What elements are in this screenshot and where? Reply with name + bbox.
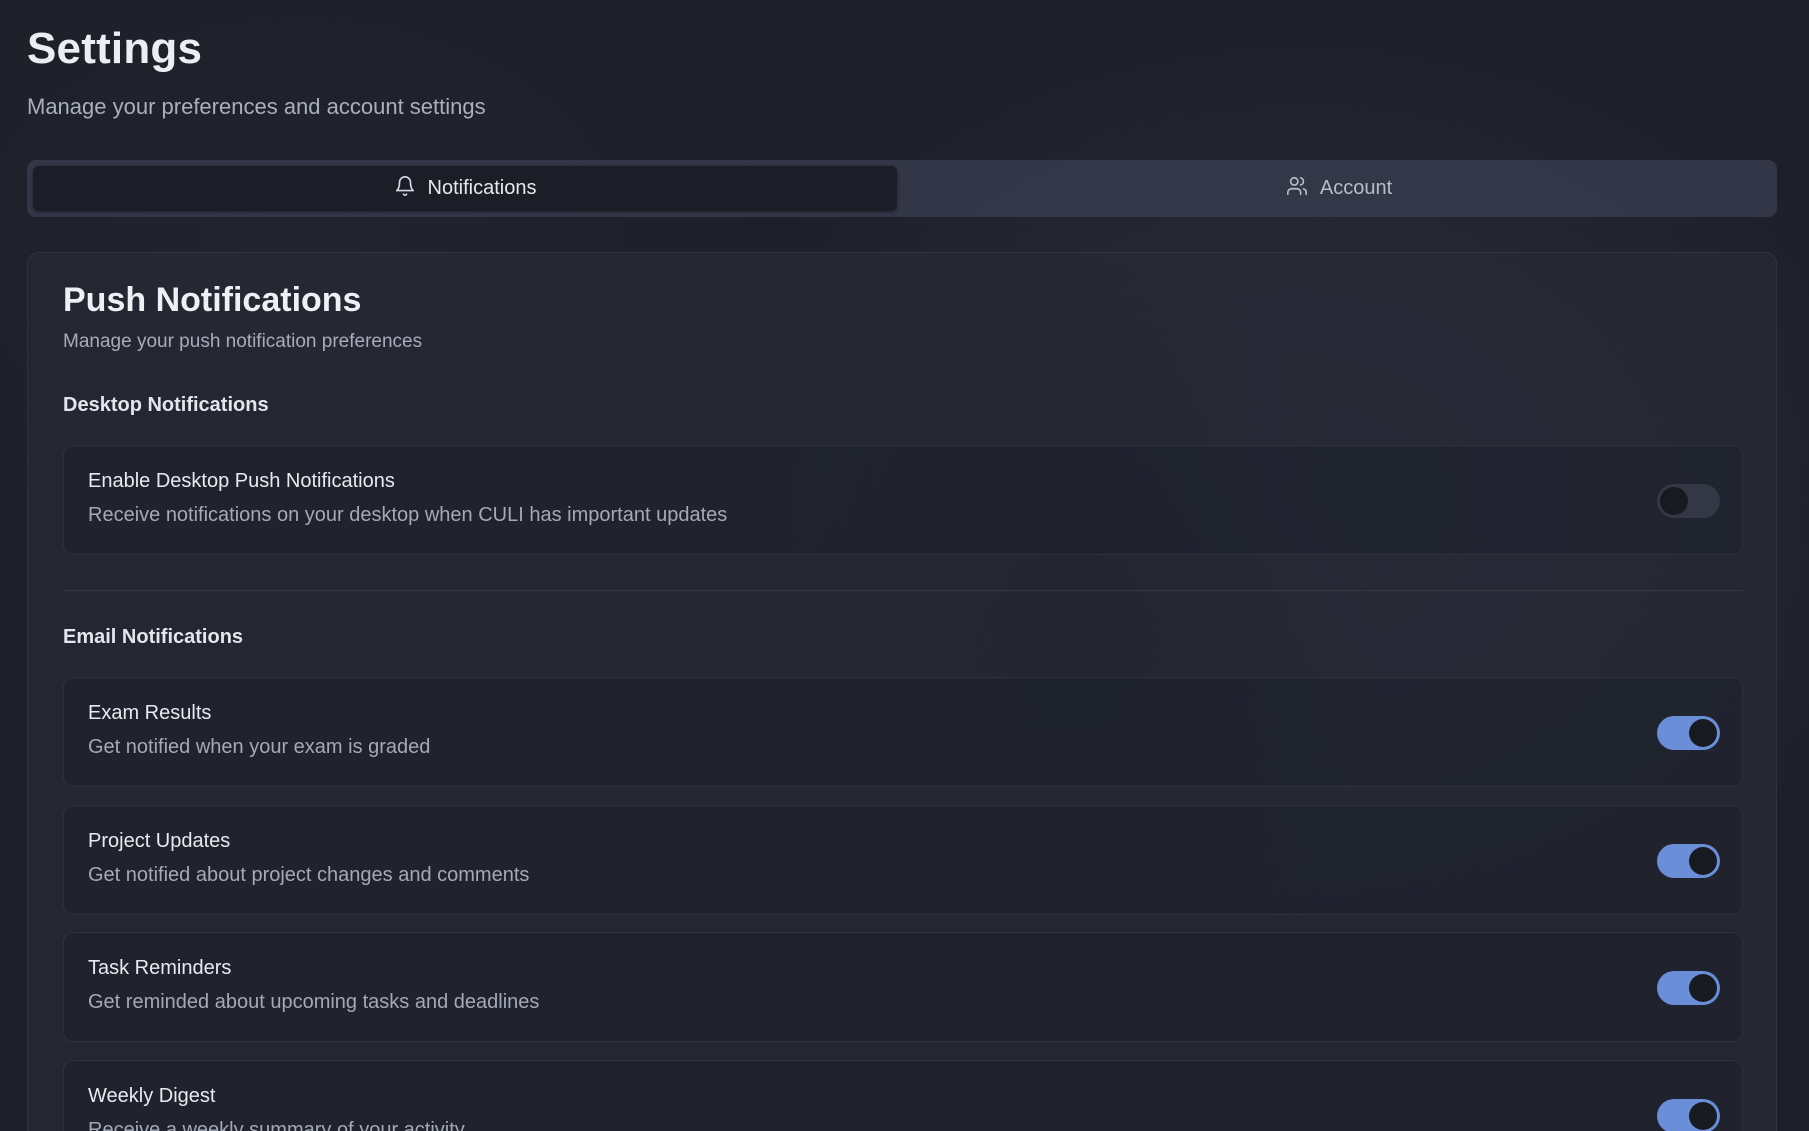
setting-label: Weekly Digest <box>88 1085 216 1107</box>
tab-label: Account <box>1319 177 1393 199</box>
section-divider <box>63 590 1743 591</box>
toggle-knob <box>1660 487 1688 515</box>
setting-row-task-reminders: Task Reminders Get reminded about upcomi… <box>63 932 1743 1042</box>
setting-row-desktop-push: Enable Desktop Push Notifications Receiv… <box>63 445 1743 555</box>
exam-results-toggle[interactable] <box>1657 716 1720 750</box>
settings-tabs: Notifications Account <box>27 160 1777 217</box>
toggle-knob <box>1689 1102 1717 1130</box>
card-title: Push Notifications <box>63 281 362 319</box>
section-heading-email: Email Notifications <box>63 626 244 648</box>
setting-description: Get notified when your exam is graded <box>88 736 431 758</box>
toggle-knob <box>1689 847 1717 875</box>
card-subtitle: Manage your push notification preference… <box>63 331 423 352</box>
task-reminders-toggle[interactable] <box>1657 971 1720 1005</box>
setting-description: Get notified about project changes and c… <box>88 864 530 886</box>
setting-row-project-updates: Project Updates Get notified about proje… <box>63 805 1743 915</box>
toggle-knob <box>1689 974 1717 1002</box>
setting-description: Receive a weekly summary of your activit… <box>88 1119 465 1131</box>
setting-row-exam-results: Exam Results Get notified when your exam… <box>63 677 1743 787</box>
toggle-knob <box>1689 719 1717 747</box>
setting-label: Project Updates <box>88 830 231 852</box>
page-subtitle: Manage your preferences and account sett… <box>27 94 486 119</box>
weekly-digest-toggle[interactable] <box>1657 1099 1720 1131</box>
section-heading-desktop: Desktop Notifications <box>63 394 269 416</box>
tab-notifications[interactable]: Notifications <box>33 166 897 211</box>
page-title: Settings <box>27 24 203 73</box>
setting-description: Get reminded about upcoming tasks and de… <box>88 991 540 1013</box>
bell-icon <box>394 175 416 203</box>
setting-description: Receive notifications on your desktop wh… <box>88 504 728 526</box>
setting-label: Exam Results <box>88 702 212 724</box>
setting-label: Task Reminders <box>88 957 232 979</box>
tab-label: Notifications <box>427 177 537 199</box>
tab-account[interactable]: Account <box>907 166 1771 211</box>
desktop-push-toggle[interactable] <box>1657 484 1720 518</box>
project-updates-toggle[interactable] <box>1657 844 1720 878</box>
setting-label: Enable Desktop Push Notifications <box>88 470 395 492</box>
setting-row-weekly-digest: Weekly Digest Receive a weekly summary o… <box>63 1060 1743 1131</box>
users-icon <box>1286 175 1308 203</box>
push-notifications-card: Push Notifications Manage your push noti… <box>27 252 1777 1131</box>
